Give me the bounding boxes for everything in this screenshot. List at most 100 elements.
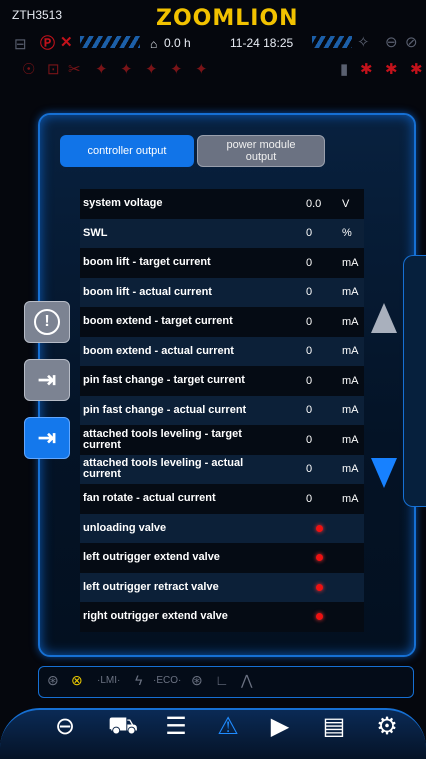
engine-warning-icon: ✱ (360, 61, 373, 78)
output-panel: controller output power module output sy… (38, 113, 416, 657)
row-unit: mA (342, 256, 359, 269)
table-row: left outrigger retract valve (80, 572, 364, 602)
steering-wheel-icon[interactable]: ⊖ (47, 712, 83, 741)
hydraulic-icon: ✦ (195, 61, 208, 78)
row-label: SWL (83, 226, 108, 239)
row-label: pin fast change - actual current (83, 403, 247, 416)
telehandler-icon[interactable]: ⛟ (100, 712, 146, 742)
parking-brake-icon: Ⓟ (40, 35, 56, 52)
table-row: boom extend - target current 0 mA (80, 307, 364, 337)
row-label: attached tools leveling - target current (83, 427, 242, 451)
oil-icon: ⊘ (405, 34, 418, 51)
row-value: 0 (306, 256, 313, 269)
row-unit: mA (342, 374, 359, 387)
row-label: fan rotate - actual current (83, 492, 216, 505)
row-unit: mA (342, 404, 359, 417)
table-row: boom lift - target current 0 mA (80, 248, 364, 278)
table-row: right outrigger extend valve (80, 602, 364, 632)
table-row: unloading valve (80, 513, 364, 543)
disconnect-icon: ✕ (60, 34, 73, 51)
row-value: 0 (306, 345, 313, 358)
row-label: attached tools leveling - actual current (83, 457, 244, 481)
warning-icon[interactable]: ⚠ (210, 712, 246, 741)
row-label: right outrigger extend valve (83, 610, 228, 623)
row-unit: mA (342, 345, 359, 358)
tab-controller-output[interactable]: controller output (60, 135, 194, 167)
row-label: system voltage (83, 197, 163, 210)
battery-icon: ⊟ (14, 36, 27, 53)
fuel-icon: ▮ (340, 61, 349, 78)
heater-icon[interactable]: ▤ (316, 712, 352, 741)
row-label: pin fast change - target current (83, 374, 245, 387)
gear-icon[interactable]: ⚙ (369, 712, 405, 741)
brake-warning-icon: ✱ (410, 61, 423, 78)
lmi-icon: ·LMI· (97, 675, 121, 686)
row-value: 0 (306, 463, 313, 476)
seatbelt-icon: ☉ (22, 61, 36, 78)
crab-mode-icon: ✦ (120, 61, 133, 78)
row-unit: % (342, 227, 352, 240)
scroll-up-button[interactable] (371, 303, 397, 333)
decor-stripes-right (312, 36, 352, 48)
row-unit: V (342, 197, 350, 210)
filter-icon: ⊖ (385, 34, 398, 51)
table-row: pin fast change - target current 0 mA (80, 366, 364, 396)
row-label: left outrigger extend valve (83, 551, 220, 564)
table-row: boom extend - actual current 0 mA (80, 336, 364, 366)
status-led (316, 583, 323, 591)
row-label: left outrigger retract valve (83, 580, 219, 593)
row-value: 0.0 (306, 197, 322, 210)
row-value: 0 (306, 492, 313, 505)
row-label: boom extend - target current (83, 315, 233, 328)
info-icon: ! (34, 309, 60, 335)
table-row: attached tools leveling - actual current… (80, 454, 364, 484)
play-icon[interactable]: ▶ (262, 712, 298, 741)
login-icon: ⇥ (37, 367, 57, 392)
row-label: boom lift - actual current (83, 285, 212, 298)
table-row: system voltage 0.0 V (80, 189, 364, 219)
status-led (316, 554, 323, 562)
row-unit: mA (342, 433, 359, 446)
logout-button[interactable]: ⇥ (24, 417, 70, 459)
coolant-icon: ✱ (385, 61, 398, 78)
row-value: 0 (306, 374, 313, 387)
row-unit: mA (342, 463, 359, 476)
scroll-down-button[interactable] (371, 458, 397, 488)
tab-power-module-output[interactable]: power module output (197, 135, 325, 167)
table-row: fan rotate - actual current 0 mA (80, 484, 364, 514)
tool-icon: ✂ (68, 61, 81, 78)
row-unit: mA (342, 492, 359, 505)
info-button[interactable]: ! (24, 301, 70, 343)
settings-sliders-icon[interactable]: ☰ (158, 712, 194, 741)
boom-icon: ⋀ (241, 672, 253, 688)
row-label: boom lift - target current (83, 256, 211, 269)
status-led (316, 524, 323, 532)
row-value: 0 (306, 227, 313, 240)
decor-stripes-left (80, 36, 140, 48)
door-icon: ⊡ (47, 61, 60, 78)
axle-icon: ✦ (145, 61, 158, 78)
engine-icon: ⊛ (47, 672, 59, 688)
steering-mode-icon: ✦ (95, 61, 108, 78)
hydraulic-active-icon: ⊗ (71, 672, 83, 688)
fan-icon: ⊛ (191, 672, 203, 688)
hour-meter-value: 0.0 h (164, 36, 191, 50)
light-icon: ✧ (357, 34, 370, 51)
date-time: 11-24 18:25 (230, 36, 294, 50)
row-value: 0 (306, 286, 313, 299)
login-button[interactable]: ⇥ (24, 359, 70, 401)
brand-logo: ZOOMLION (156, 6, 299, 31)
table-row: pin fast change - actual current 0 mA (80, 395, 364, 425)
hour-meter-icon: ⌂ (150, 37, 158, 51)
row-unit: mA (342, 286, 359, 299)
indicator-strip: ⊛ ⊗ ·LMI· ϟ ·ECO· ⊛ ∟ ⋀ (38, 666, 414, 698)
lightning-icon: ϟ (135, 672, 143, 688)
output-table: system voltage 0.0 V SWL 0% boom lift - tar… (80, 189, 364, 632)
status-led (316, 613, 323, 621)
eco-icon: ·ECO· (153, 675, 182, 686)
row-label: unloading valve (83, 521, 167, 534)
angle-icon: ∟ (215, 672, 229, 688)
table-row: attached tools leveling - target current… (80, 425, 364, 455)
side-panel-peek[interactable] (403, 255, 426, 507)
logout-icon: ⇥ (37, 425, 57, 450)
